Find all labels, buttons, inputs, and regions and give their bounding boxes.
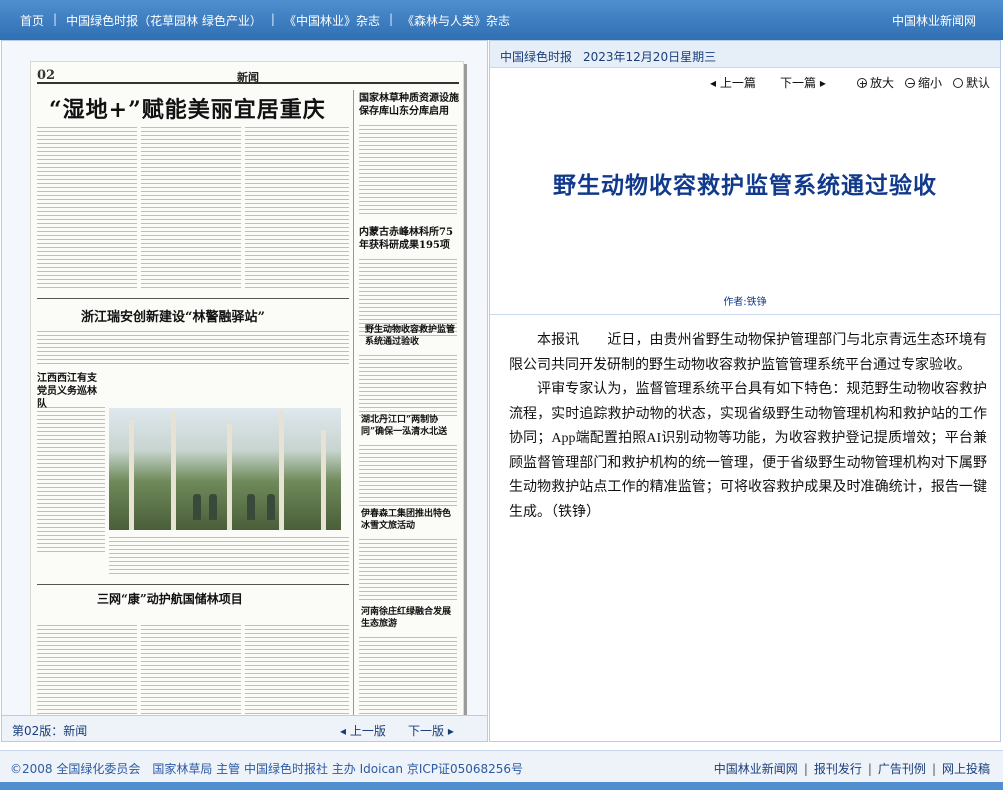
page-section: 新闻 <box>237 71 259 84</box>
zoom-out-label: 缩小 <box>918 76 943 90</box>
footer-link-ad-rates[interactable]: 广告刊例 <box>878 762 926 776</box>
nav-separator: | <box>388 12 393 26</box>
tree-trunk <box>279 410 284 530</box>
main-headline[interactable]: “湿地+”赋能美丽宜居重庆 <box>49 92 326 124</box>
headline-yichun[interactable]: 伊春森工集团推出特色冰雪文旅活动 <box>361 508 457 532</box>
article-toolbar: ◂ 上一篇 下一篇 ▸ 放大 缩小 默认 <box>490 74 1000 92</box>
previous-article-label: 上一篇 <box>719 76 756 90</box>
zoom-out-icon <box>905 78 915 88</box>
copyright-text: ©2008 全国绿化委员会 国家林草局 主管 中国绿色时报社 主办 Idoica… <box>10 762 524 776</box>
article-text-block <box>359 352 457 416</box>
page-thumbnail-panel: 02 新闻 “湿地+”赋能美丽宜居重庆 国家林草种质资源设施保存库山东分库启用 … <box>1 40 488 742</box>
headline-wildlife-system[interactable]: 野生动物收容救护监管系统通过验收 <box>365 324 455 348</box>
footer-separator: | <box>803 762 808 776</box>
headline-seed-bank[interactable]: 国家林草种质资源设施保存库山东分库启用 <box>359 92 459 118</box>
paper-name: 中国绿色时报 <box>500 50 573 64</box>
article-text-block <box>245 124 349 290</box>
person-figure <box>247 494 255 520</box>
article-text-block <box>37 124 137 290</box>
article-header: 中国绿色时报 2023年12月20日星期三 <box>490 41 1000 68</box>
bottom-accent-strip <box>0 782 1003 790</box>
headline-national-reserve[interactable]: 三网“康”动护航国储林项目 <box>97 590 243 607</box>
headline-ruian[interactable]: 浙江瑞安创新建设“林警融驿站” <box>81 306 265 325</box>
issue-date: 2023年12月20日星期三 <box>583 50 717 64</box>
site-footer: ©2008 全国绿化委员会 国家林草局 主管 中国绿色时报社 主办 Idoica… <box>0 750 1003 782</box>
headline-xuzhuang[interactable]: 河南徐庄红绿融合发展生态旅游 <box>361 606 457 630</box>
article-text-block <box>359 122 457 217</box>
zoom-out-button[interactable]: 缩小 <box>905 74 942 91</box>
previous-article-button[interactable]: ◂ 上一篇 <box>710 74 756 91</box>
nav-green-times-link[interactable]: 中国绿色时报（花草园林 绿色产业） <box>66 12 262 29</box>
triangle-left-icon: ◂ <box>340 724 350 738</box>
current-page-label: 第02版：新闻 <box>12 724 88 738</box>
footer-link-news-site[interactable]: 中国林业新闻网 <box>714 762 798 776</box>
article-text-block <box>359 536 457 602</box>
default-size-label: 默认 <box>966 76 991 90</box>
footer-links: 中国林业新闻网 | 报刊发行 | 广告刊例 | 网上投稿 <box>714 760 990 777</box>
next-page-button[interactable]: 下一版 ▸ <box>408 722 454 739</box>
article-title: 野生动物收容救护监管系统通过验收 <box>553 172 937 199</box>
page-navigation-footer: 第02版：新闻 ◂ 上一版 下一版 ▸ <box>2 715 487 741</box>
column-divider <box>353 90 354 722</box>
person-figure <box>209 494 217 520</box>
article-text-block <box>109 534 349 574</box>
person-figure <box>193 494 201 520</box>
article-panel: 中国绿色时报 2023年12月20日星期三 ◂ 上一篇 下一篇 ▸ 放大 缩小 … <box>489 40 1001 742</box>
nav-china-forestry-link[interactable]: 《中国林业》杂志 <box>284 12 380 29</box>
triangle-left-icon: ◂ <box>710 76 720 90</box>
headline-danjiangkou[interactable]: 湖北丹江口“两制协同”确保一泓清水北送 <box>361 414 457 438</box>
footer-separator: | <box>867 762 872 776</box>
article-text-block <box>141 622 241 722</box>
article-paragraph: 评审专家认为，监督管理系统平台具有如下特色：规范野生动物收容救护流程，实时追踪救… <box>509 382 987 520</box>
previous-page-label: 上一版 <box>349 724 386 738</box>
site-link[interactable]: 中国林业新闻网 <box>892 12 976 29</box>
reset-size-icon <box>953 78 963 88</box>
newspaper-page-image[interactable]: 02 新闻 “湿地+”赋能美丽宜居重庆 国家林草种质资源设施保存库山东分库启用 … <box>30 61 464 727</box>
article-body: 本报讯 近日，由贵州省野生动物保护管理部门与北京青远生态环境有限公司共同开发研制… <box>509 329 987 525</box>
headline-chifeng[interactable]: 内蒙古赤峰林科所75年获科研成果195项 <box>359 226 459 252</box>
tree-trunk <box>227 424 232 530</box>
tree-trunk <box>171 412 176 530</box>
story-divider <box>37 298 349 299</box>
article-author: 作者:铁铮 <box>723 297 767 308</box>
page-number: 02 <box>37 68 56 83</box>
top-nav: 首页 | 中国绿色时报（花草园林 绿色产业） | 《中国林业》杂志 | 《森林与… <box>20 12 510 29</box>
previous-page-button[interactable]: ◂ 上一版 <box>340 722 386 739</box>
article-text-block <box>37 622 137 722</box>
next-article-button[interactable]: 下一篇 ▸ <box>780 74 826 91</box>
triangle-right-icon: ▸ <box>816 76 826 90</box>
nav-separator: | <box>270 12 275 26</box>
story-divider <box>37 584 349 585</box>
article-text-block <box>245 622 349 722</box>
top-navigation-bar: 首页 | 中国绿色时报（花草园林 绿色产业） | 《中国林业》杂志 | 《森林与… <box>0 0 1003 40</box>
triangle-right-icon: ▸ <box>444 724 454 738</box>
nav-forest-human-link[interactable]: 《森林与人类》杂志 <box>402 12 510 29</box>
article-text-block <box>359 634 457 720</box>
article-paragraph: 本报讯 近日，由贵州省野生动物保护管理部门与北京青远生态环境有限公司共同开发研制… <box>509 333 987 373</box>
article-text-block <box>37 328 349 364</box>
person-figure <box>267 494 275 520</box>
default-size-button[interactable]: 默认 <box>953 74 990 91</box>
tree-trunk <box>321 430 326 530</box>
nav-separator: | <box>53 12 58 26</box>
article-text-block <box>141 124 241 290</box>
title-divider <box>490 314 1000 315</box>
page-masthead: 02 新闻 <box>37 68 459 84</box>
zoom-in-label: 放大 <box>870 76 895 90</box>
article-text-block <box>359 442 457 506</box>
forest-patrol-photo <box>109 408 341 530</box>
article-text-block <box>37 404 105 554</box>
nav-home-link[interactable]: 首页 <box>20 12 44 29</box>
next-article-label: 下一篇 <box>780 76 817 90</box>
footer-link-subscription[interactable]: 报刊发行 <box>814 762 862 776</box>
zoom-in-icon <box>857 78 867 88</box>
tree-trunk <box>129 420 134 530</box>
footer-separator: | <box>931 762 936 776</box>
zoom-in-button[interactable]: 放大 <box>857 74 894 91</box>
next-page-label: 下一版 <box>408 724 445 738</box>
footer-link-submit[interactable]: 网上投稿 <box>942 762 990 776</box>
